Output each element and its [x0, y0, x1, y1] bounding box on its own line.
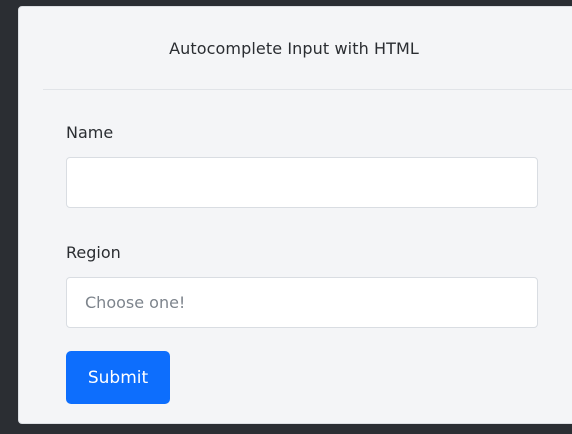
autocomplete-form-card: Autocomplete Input with HTML Name Region… — [18, 6, 572, 424]
card-title: Autocomplete Input with HTML — [169, 38, 419, 58]
submit-button[interactable]: Submit — [66, 351, 170, 404]
name-input[interactable] — [66, 157, 538, 208]
card-header: Autocomplete Input with HTML — [43, 7, 572, 90]
region-label: Region — [66, 243, 121, 262]
region-autocomplete-input[interactable] — [66, 277, 538, 328]
name-label: Name — [66, 123, 114, 142]
